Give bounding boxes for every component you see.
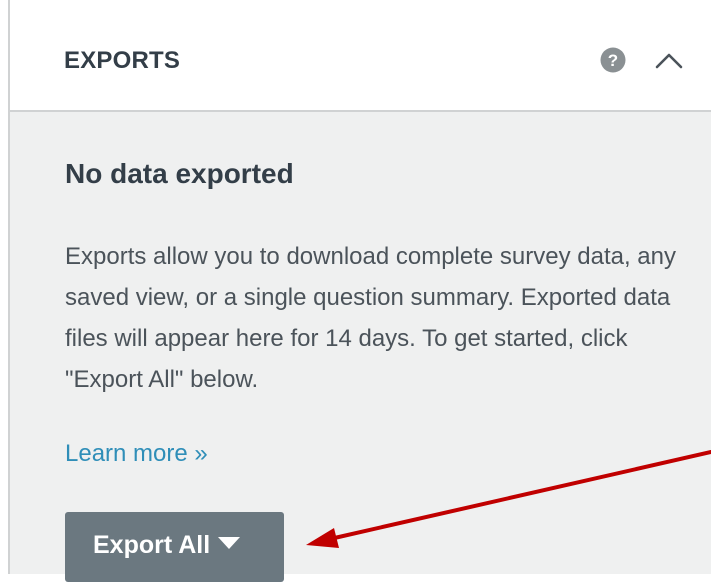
caret-down-icon: [218, 537, 241, 549]
panel-title: EXPORTS: [64, 47, 181, 74]
export-all-button[interactable]: Export All: [65, 512, 284, 582]
empty-state-title: No data exported: [65, 158, 294, 189]
svg-text:?: ?: [608, 51, 618, 70]
export-all-label: Export All: [93, 531, 211, 559]
empty-state-description: Exports allow you to download complete s…: [65, 243, 677, 393]
panel-header: EXPORTS ?: [10, 0, 711, 112]
question-circle-icon[interactable]: ?: [600, 47, 626, 73]
learn-more-link[interactable]: Learn more »: [65, 440, 208, 468]
chevron-up-icon[interactable]: [654, 46, 684, 76]
exports-panel: EXPORTS ? No data exported Exports allow…: [8, 0, 711, 582]
